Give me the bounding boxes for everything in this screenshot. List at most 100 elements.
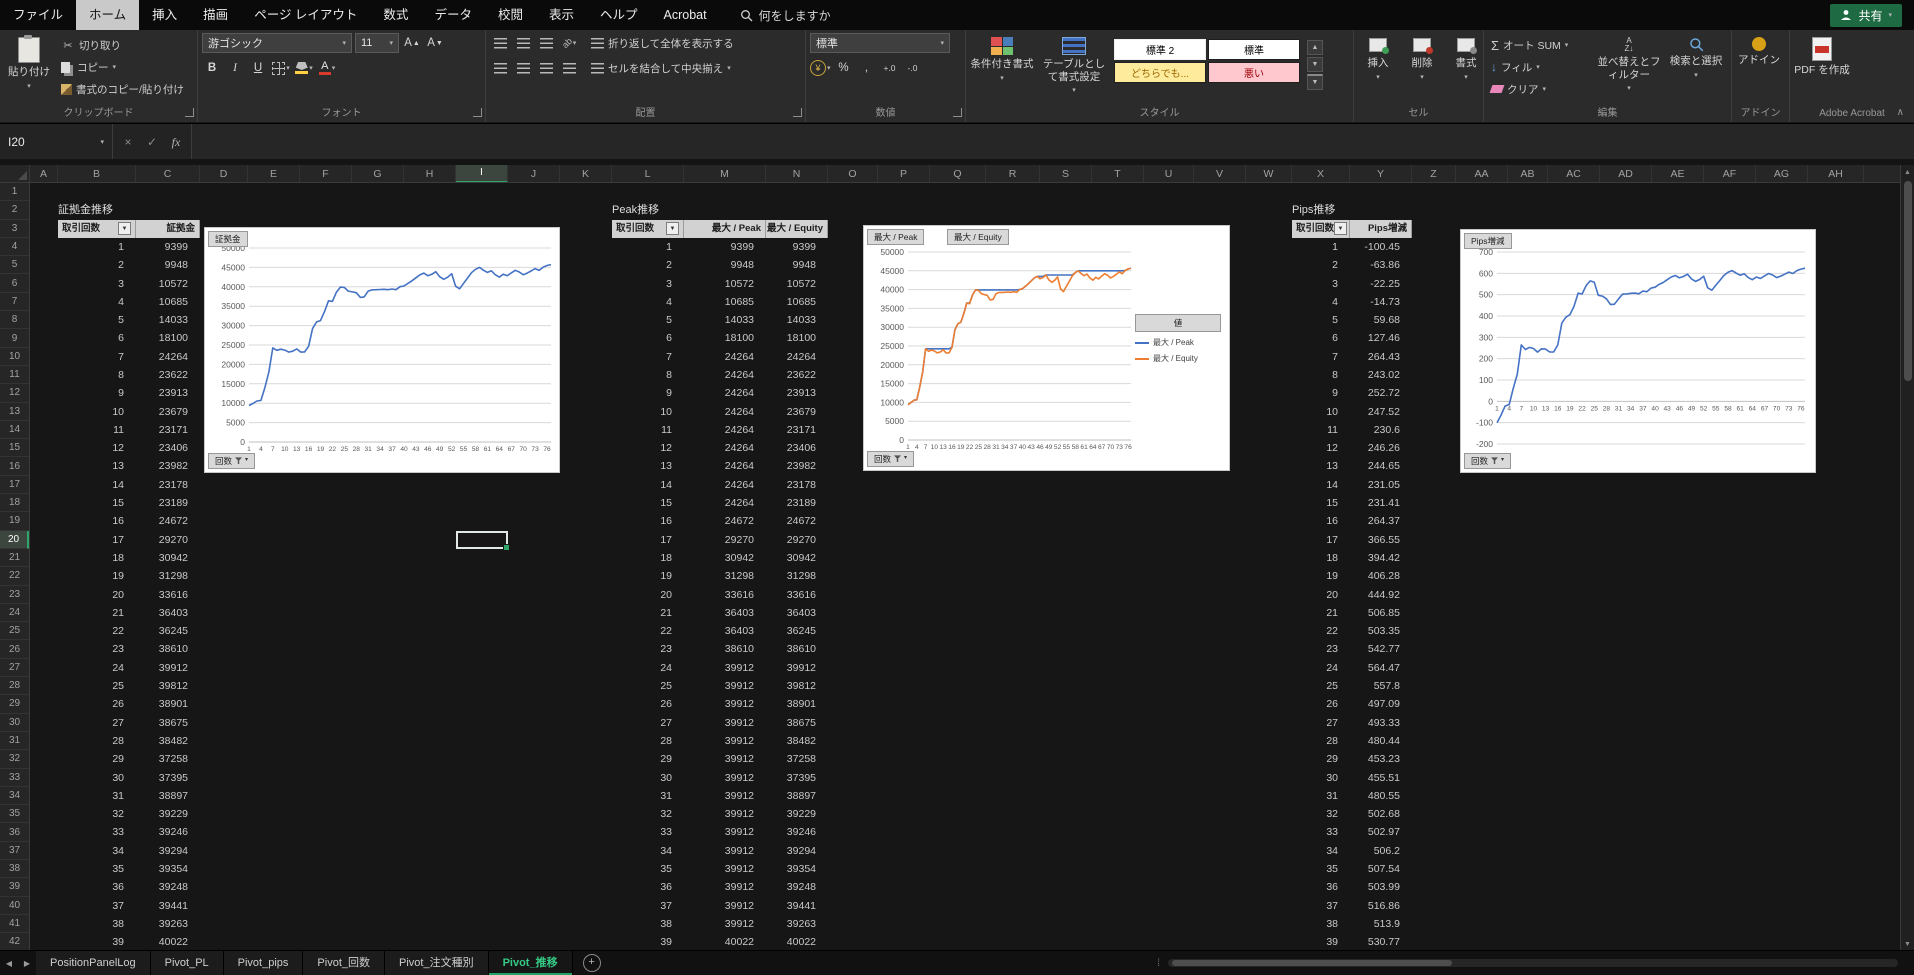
cell[interactable]: 38610 <box>766 640 828 658</box>
format-painter-button[interactable]: 書式のコピー/貼り付け <box>58 79 187 99</box>
column-header-G[interactable]: G <box>352 165 404 182</box>
pivot-header-cell[interactable]: 最大 / Peak <box>684 219 766 238</box>
cell[interactable]: 14 <box>1292 476 1350 494</box>
row-header-3[interactable]: 3 <box>0 220 29 238</box>
enter-button[interactable]: ✓ <box>141 135 163 149</box>
column-header-W[interactable]: W <box>1246 165 1292 182</box>
ribbon-tab-ホーム[interactable]: ホーム <box>76 0 140 30</box>
cell-style-chip[interactable]: 標準 2 <box>1114 39 1206 60</box>
pivot-chart-3[interactable]: -200 -100 0 100 200 300 400 500 600 700 1 4 7 10 13 16 1… <box>1460 229 1816 473</box>
filter-icon[interactable]: ▼ <box>1334 222 1348 236</box>
cell[interactable]: 39294 <box>136 842 200 860</box>
pivot-chart-1[interactable]: 0 5000 10000 15000 20000 25000 30000 35000 40000… <box>204 227 560 473</box>
row-header-11[interactable]: 11 <box>0 366 29 385</box>
cell[interactable]: 18 <box>58 549 136 567</box>
cell[interactable]: 39912 <box>136 659 200 677</box>
cell[interactable]: 9948 <box>766 256 828 274</box>
cell[interactable]: 38897 <box>766 787 828 805</box>
ribbon-tab-描画[interactable]: 描画 <box>190 0 241 30</box>
cell[interactable]: 516.86 <box>1350 897 1412 915</box>
cell[interactable]: 30942 <box>136 549 200 567</box>
cell[interactable]: 39246 <box>766 823 828 841</box>
comma-format-button[interactable]: , <box>857 58 877 78</box>
cell[interactable]: 246.26 <box>1350 439 1412 457</box>
cell[interactable]: 36 <box>58 878 136 896</box>
cell[interactable]: 14033 <box>136 311 200 329</box>
chart-axis-field-button[interactable]: 回数 ▾ <box>867 450 915 467</box>
cell[interactable]: 31 <box>58 787 136 805</box>
cell[interactable]: 34 <box>58 842 136 860</box>
new-sheet-button[interactable]: + <box>582 954 601 972</box>
column-header-L[interactable]: L <box>612 165 684 182</box>
cell[interactable]: 507.54 <box>1350 860 1412 878</box>
cell[interactable]: 24264 <box>684 384 766 402</box>
cell[interactable]: 1 <box>1292 238 1350 256</box>
cell[interactable]: 24264 <box>684 457 766 475</box>
addins-button[interactable]: アドイン <box>1736 33 1782 67</box>
cell[interactable]: 493.33 <box>1350 714 1412 732</box>
cell[interactable]: 23913 <box>766 384 828 402</box>
cell[interactable]: 22 <box>612 622 684 640</box>
column-header-AE[interactable]: AE <box>1652 165 1704 182</box>
column-header-AB[interactable]: AB <box>1508 165 1548 182</box>
cell[interactable]: 38482 <box>136 732 200 750</box>
cell[interactable]: 23189 <box>136 494 200 512</box>
cell[interactable]: 10 <box>58 403 136 421</box>
column-header-J[interactable]: J <box>508 165 560 182</box>
cell[interactable]: 37395 <box>136 769 200 787</box>
cell[interactable]: 39912 <box>684 823 766 841</box>
cell[interactable]: 28 <box>58 732 136 750</box>
cell[interactable]: 24264 <box>136 348 200 366</box>
cell[interactable]: 19 <box>612 567 684 585</box>
ribbon-tab-ページ レイアウト[interactable]: ページ レイアウト <box>241 0 370 30</box>
ribbon-tab-Acrobat[interactable]: Acrobat <box>651 0 720 30</box>
cell[interactable]: 23622 <box>136 366 200 384</box>
cell[interactable]: 17 <box>1292 531 1350 549</box>
cell[interactable]: 39229 <box>766 805 828 823</box>
row-header-36[interactable]: 36 <box>0 823 29 842</box>
cell[interactable]: 30942 <box>766 549 828 567</box>
bold-button[interactable]: B <box>202 58 222 78</box>
merge-center-button[interactable]: セルを結合して中央揃え ▾ <box>588 58 734 78</box>
cell[interactable]: 23 <box>612 640 684 658</box>
cell[interactable]: 23171 <box>766 421 828 439</box>
align-bottom-button[interactable] <box>536 33 556 53</box>
pivot-header-cell[interactable]: 証拠金 <box>136 219 200 238</box>
cell[interactable]: -22.25 <box>1350 275 1412 293</box>
row-header-28[interactable]: 28 <box>0 677 29 696</box>
align-center-button[interactable] <box>513 58 533 78</box>
row-header-38[interactable]: 38 <box>0 860 29 879</box>
cell[interactable]: 39912 <box>684 695 766 713</box>
cell[interactable]: 38610 <box>684 640 766 658</box>
cell[interactable]: 2 <box>612 256 684 274</box>
cell[interactable]: 39912 <box>684 915 766 933</box>
row-header-19[interactable]: 19 <box>0 512 29 531</box>
column-header-E[interactable]: E <box>248 165 300 182</box>
cell[interactable]: 29270 <box>766 531 828 549</box>
column-header-X[interactable]: X <box>1292 165 1350 182</box>
cell[interactable]: 36403 <box>766 604 828 622</box>
cell[interactable]: 497.09 <box>1350 695 1412 713</box>
cell[interactable]: 37258 <box>766 750 828 768</box>
cell[interactable]: 21 <box>612 604 684 622</box>
cell[interactable]: 10685 <box>136 293 200 311</box>
cell[interactable]: 22 <box>1292 622 1350 640</box>
cell[interactable]: 15 <box>58 494 136 512</box>
cell[interactable]: 23679 <box>766 403 828 421</box>
cell[interactable]: 33 <box>58 823 136 841</box>
cell[interactable]: 23679 <box>136 403 200 421</box>
cell[interactable]: 32 <box>1292 805 1350 823</box>
cell[interactable]: 10572 <box>136 275 200 293</box>
column-header-P[interactable]: P <box>878 165 930 182</box>
pivot-header-cell[interactable]: Pips増減 <box>1350 219 1412 238</box>
cell[interactable]: 11 <box>58 421 136 439</box>
row-header-42[interactable]: 42 <box>0 933 29 951</box>
row-header-9[interactable]: 9 <box>0 329 29 348</box>
cell[interactable]: 394.42 <box>1350 549 1412 567</box>
cell[interactable]: 39294 <box>766 842 828 860</box>
align-right-button[interactable] <box>536 58 556 78</box>
cell[interactable]: 13 <box>1292 457 1350 475</box>
cell[interactable]: 38 <box>58 915 136 933</box>
cell[interactable]: 29270 <box>136 531 200 549</box>
cell[interactable]: 33616 <box>684 586 766 604</box>
